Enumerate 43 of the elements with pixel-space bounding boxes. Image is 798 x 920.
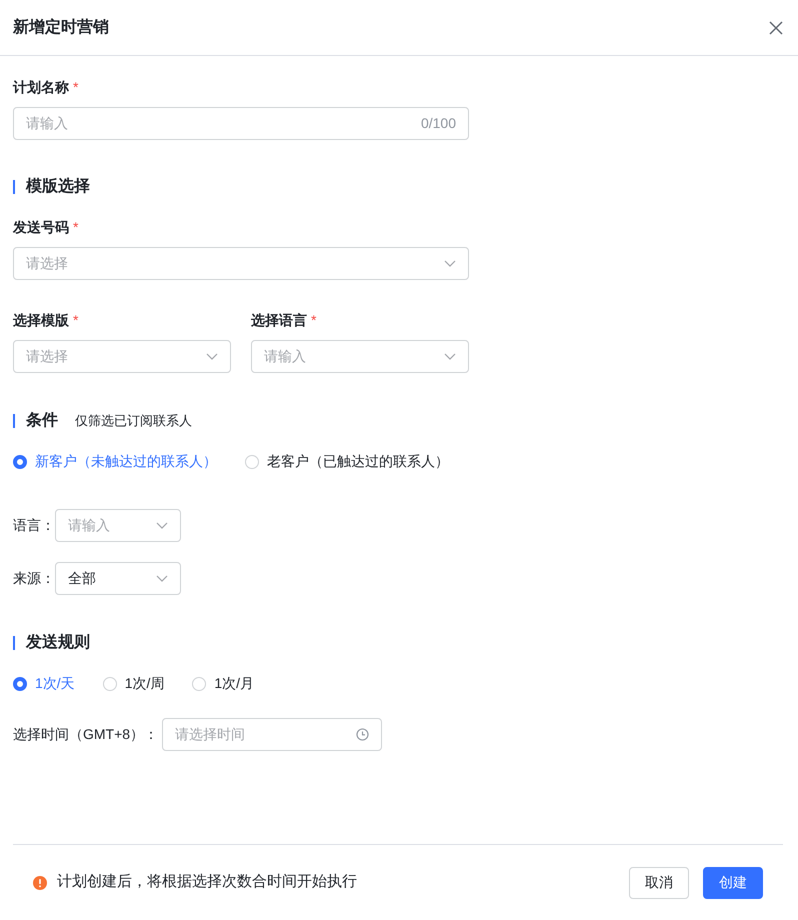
select-field[interactable]: 请输入 — [55, 509, 181, 542]
time-picker-field[interactable]: 请选择时间 — [162, 718, 382, 751]
name-input[interactable]: 请输入 0/100 — [13, 107, 469, 140]
section-heading: 模版选择 — [26, 176, 90, 197]
field-label: 发送号码 — [13, 219, 69, 235]
chevron-down-icon — [156, 575, 168, 582]
cancel-button[interactable]: 取消 — [629, 866, 689, 898]
chevron-down-icon — [206, 353, 218, 360]
clock-icon — [356, 728, 370, 741]
footer-notice: 计划创建后，将根据选择次数合时间开始执行 — [57, 872, 357, 892]
section-marker — [13, 636, 15, 650]
section-note: 仅筛选已订阅联系人 — [75, 412, 192, 430]
time-label: 选择时间（GMT+8）： — [13, 725, 158, 744]
select-field[interactable]: 请选择 — [13, 247, 469, 280]
radio-option[interactable]: 1次/天 — [13, 673, 75, 694]
radio-option[interactable]: 1次/月 — [192, 673, 254, 694]
select-field[interactable]: 请输入 — [251, 340, 469, 373]
field-label: 选择模版 — [13, 312, 69, 328]
radio-option[interactable]: 1次/周 — [102, 673, 164, 694]
close-icon[interactable] — [769, 20, 783, 34]
filter-label: 来源： — [13, 569, 55, 588]
required-mark: * — [73, 219, 78, 235]
radio-option[interactable]: 新客户（未触达过的联系人） — [13, 451, 217, 472]
create-button[interactable]: 创建 — [703, 866, 763, 898]
field-label: 计划名称 — [13, 79, 69, 95]
dialog-title: 新增定时营销 — [13, 17, 109, 38]
warning-icon — [33, 876, 47, 890]
field-label: 选择语言 — [251, 312, 307, 328]
section-heading: 发送规则 — [26, 632, 90, 653]
required-mark: * — [311, 312, 316, 328]
character-counter: 0/100 — [420, 114, 456, 133]
chevron-down-icon — [444, 260, 456, 267]
section-heading: 条件 — [26, 410, 58, 431]
filter-label: 语言： — [13, 516, 55, 535]
section-marker — [13, 180, 15, 194]
chevron-down-icon — [444, 353, 456, 360]
chevron-down-icon — [156, 522, 168, 529]
select-field[interactable]: 请选择 — [13, 340, 231, 373]
select-field[interactable]: 全部 — [55, 562, 181, 595]
required-mark: * — [73, 312, 78, 328]
radio-option[interactable]: 老客户（已触达过的联系人） — [245, 451, 449, 472]
required-mark: * — [73, 79, 78, 95]
section-marker — [13, 414, 15, 428]
